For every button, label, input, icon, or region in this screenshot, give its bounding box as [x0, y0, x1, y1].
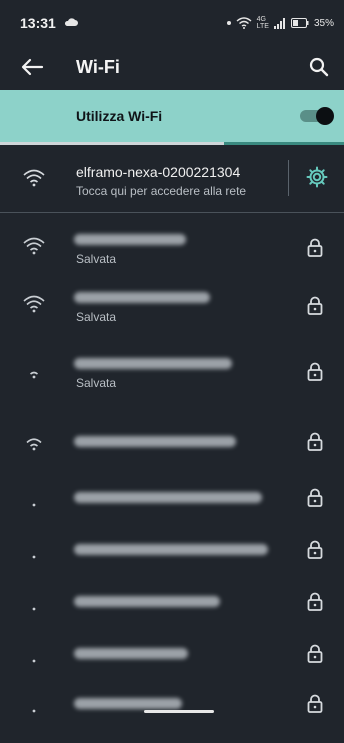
- network-type-bottom: LTE: [256, 23, 269, 30]
- lock-icon: [307, 540, 323, 559]
- home-indicator[interactable]: [144, 710, 214, 713]
- wifi-signal-icon: [23, 295, 45, 313]
- connected-network-subtitle: Tocca qui per accedere alla rete: [76, 184, 247, 198]
- status-time: 13:31: [20, 15, 56, 31]
- cell-signal-icon: [273, 17, 285, 29]
- lock-icon: [307, 592, 323, 611]
- network-row[interactable]: [0, 470, 344, 526]
- gear-icon[interactable]: [306, 166, 328, 188]
- redacted-ssid: [74, 544, 268, 555]
- battery-icon: [290, 18, 309, 28]
- page-title: Wi-Fi: [76, 57, 120, 77]
- lock-icon: [307, 694, 323, 713]
- back-arrow-icon[interactable]: [18, 55, 46, 79]
- lock-icon: [307, 488, 323, 507]
- network-status: Salvata: [76, 376, 117, 390]
- wifi-toggle-label: Utilizza Wi-Fi: [76, 108, 163, 124]
- scan-progress-fill: [0, 142, 224, 145]
- network-status: Salvata: [76, 310, 117, 324]
- wifi-toggle-switch[interactable]: [300, 107, 334, 125]
- lock-icon: [307, 362, 323, 381]
- wifi-signal-weak-icon: [32, 709, 36, 713]
- lock-icon: [307, 296, 323, 315]
- wifi-signal-weak-icon: [32, 607, 36, 611]
- search-icon[interactable]: [306, 54, 332, 80]
- wifi-signal-weak-icon: [32, 659, 36, 663]
- network-row[interactable]: Salvata: [0, 272, 344, 328]
- scan-progress-bar: [0, 142, 344, 145]
- redacted-ssid: [74, 648, 188, 659]
- wifi-signal-icon: [26, 438, 42, 451]
- section-divider: [0, 212, 344, 213]
- network-row[interactable]: [0, 414, 344, 470]
- cloud-icon: [64, 18, 78, 26]
- wifi-status-icon: [236, 17, 252, 29]
- network-type-label: 4G LTE: [257, 16, 269, 30]
- status-bar: 13:31 4G LTE 35%: [0, 0, 344, 44]
- redacted-ssid: [74, 596, 220, 607]
- lock-icon: [307, 238, 323, 257]
- network-row[interactable]: [0, 522, 344, 578]
- wifi-signal-full-icon: [23, 169, 45, 187]
- redacted-ssid: [74, 292, 210, 303]
- wifi-signal-weak-icon: [32, 555, 36, 559]
- notification-dot-icon: [226, 21, 231, 25]
- status-icons: 4G LTE 35%: [226, 16, 334, 30]
- network-type-top: 4G: [256, 16, 266, 23]
- connected-network-ssid: elframo-nexa-0200221304: [76, 164, 241, 180]
- network-row[interactable]: [0, 626, 344, 682]
- connected-network-row[interactable]: elframo-nexa-0200221304 Tocca qui per ac…: [0, 148, 344, 210]
- wifi-signal-icon: [29, 371, 39, 379]
- switch-knob: [316, 107, 334, 125]
- lock-icon: [307, 432, 323, 451]
- network-row[interactable]: [0, 574, 344, 630]
- app-bar: Wi-Fi: [0, 44, 344, 88]
- redacted-ssid: [74, 436, 236, 447]
- redacted-ssid: [74, 698, 182, 709]
- redacted-ssid: [74, 234, 186, 245]
- network-row[interactable]: [0, 676, 344, 732]
- battery-percent: 35%: [313, 17, 334, 29]
- wifi-signal-icon: [23, 237, 45, 255]
- lock-icon: [307, 644, 323, 663]
- redacted-ssid: [74, 492, 262, 503]
- network-row[interactable]: Salvata: [0, 214, 344, 270]
- wifi-signal-weak-icon: [32, 503, 36, 507]
- network-status: Salvata: [76, 252, 117, 266]
- wifi-master-toggle-row[interactable]: Utilizza Wi-Fi: [0, 90, 344, 143]
- redacted-ssid: [74, 358, 232, 369]
- row-divider: [288, 160, 289, 196]
- network-row[interactable]: Salvata: [0, 338, 344, 394]
